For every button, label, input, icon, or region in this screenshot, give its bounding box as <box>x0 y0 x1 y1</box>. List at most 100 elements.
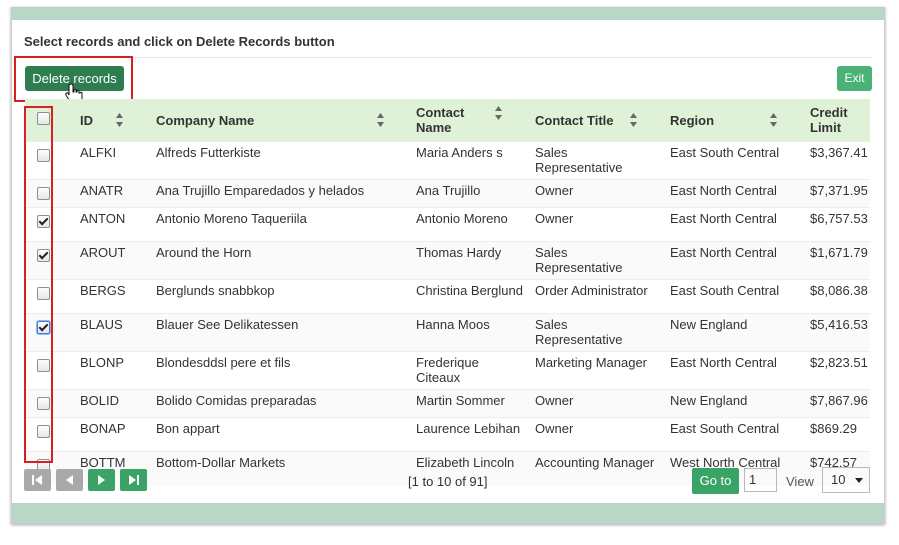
table-row[interactable]: ANTON Antonio Moreno Taqueriila Antonio Mo… <box>25 207 870 242</box>
cell-company: Blondesddsl pere et fils <box>156 355 291 370</box>
column-label-region: Region <box>670 112 715 128</box>
checkbox-column-highlight <box>24 106 53 463</box>
cell-id: BERGS <box>80 283 126 298</box>
grid-panel: Select records and click on Delete Recor… <box>11 7 885 524</box>
table-row[interactable]: BERGS Berglunds snabbkop Christina Berglun… <box>25 279 870 314</box>
cell-company: Berglunds snabbkop <box>156 283 275 298</box>
cell-contact-title: Accounting Manager <box>535 451 670 486</box>
table-row[interactable]: BONAP Bon appart Laurence Lebihan Owner East… <box>25 417 870 452</box>
column-label-company: Company Name <box>156 112 255 128</box>
view-label: View <box>786 474 814 489</box>
sort-icon[interactable] <box>494 105 503 121</box>
page-size-select[interactable]: 10 <box>822 467 870 493</box>
page-size-value: 10 <box>831 472 846 487</box>
table-row[interactable]: AROUT Around the Horn Thomas Hardy Sales Re… <box>25 241 870 280</box>
cell-company: Ana Trujillo Emparedados y helados <box>156 179 416 208</box>
cell-contact-title: Owner <box>535 389 670 418</box>
cell-region: East North Central <box>670 355 777 370</box>
panel-bottom-bar <box>12 503 884 523</box>
cell-id: BLAUS <box>80 313 156 352</box>
cell-contact-title: Sales Representative <box>535 313 670 352</box>
table-row[interactable]: BLONP Blondesddsl pere et fils Frederique … <box>25 351 870 390</box>
cell-company: Bon appart <box>156 421 220 436</box>
cell-id: ALFKI <box>80 145 117 160</box>
cell-contact-name: Maria Anders s <box>416 145 503 160</box>
column-header-credit-limit[interactable]: Credit Limit <box>810 99 870 142</box>
column-header-id[interactable]: ID <box>80 99 156 142</box>
instruction-text: Select records and click on Delete Recor… <box>24 34 335 49</box>
cell-region: New England <box>670 313 810 352</box>
cell-credit-limit: $6,757.53 <box>810 211 868 226</box>
cell-credit-limit: $3,367.41 <box>810 145 868 160</box>
cell-id: ANATR <box>80 179 156 208</box>
exit-button[interactable]: Exit <box>837 66 872 91</box>
column-header-company[interactable]: Company Name <box>156 99 416 142</box>
first-page-icon[interactable] <box>24 469 51 491</box>
cell-contact-title: Owner <box>535 179 670 208</box>
column-header-region[interactable]: Region <box>670 99 810 142</box>
cell-company: Antonio Moreno Taqueriila <box>156 211 307 226</box>
cell-region: East North Central <box>670 179 810 208</box>
table-row[interactable]: BLAUS Blauer See Delikatessen Hanna Moos Sa… <box>25 313 870 352</box>
cell-contact-name: Martin Sommer <box>416 389 535 418</box>
cell-id: ANTON <box>80 211 126 226</box>
cell-region: East South Central <box>670 283 780 298</box>
cell-contact-name: Laurence Lebihan <box>416 421 521 436</box>
column-header-contact-name[interactable]: Contact Name <box>416 99 535 142</box>
cell-credit-limit: $1,671.79 <box>810 241 870 280</box>
cell-id: BOLID <box>80 389 156 418</box>
cell-credit-limit: $7,867.96 <box>810 389 870 418</box>
go-to-button[interactable]: Go to <box>692 468 739 494</box>
cell-credit-limit: $8,086.38 <box>810 283 868 298</box>
cell-contact-title: Owner <box>535 211 574 226</box>
column-label-contact-title: Contact Title <box>535 112 614 128</box>
cell-credit-limit: $5,416.53 <box>810 313 870 352</box>
cell-contact-title: Owner <box>535 421 574 436</box>
records-table: ID Company Name Contact Name Contact Tit… <box>25 99 870 486</box>
next-page-icon[interactable] <box>88 469 115 491</box>
cell-contact-name: Antonio Moreno <box>416 211 508 226</box>
page-number-input[interactable]: 1 <box>744 468 777 492</box>
cell-contact-title: Sales Representative <box>535 241 670 280</box>
divider <box>24 57 872 58</box>
cell-company: Bottom-Dollar Markets <box>156 451 416 486</box>
cell-company: Alfreds Futterkiste <box>156 145 261 160</box>
cell-contact-name: Ana Trujillo <box>416 179 535 208</box>
table-row[interactable]: BOLID Bolido Comidas preparadas Martin Som… <box>25 389 870 418</box>
table-row[interactable]: ALFKI Alfreds Futterkiste Maria Anders s Sa… <box>25 141 870 180</box>
cell-region: New England <box>670 389 810 418</box>
cell-id: BLONP <box>80 355 125 370</box>
table-header-row: ID Company Name Contact Name Contact Tit… <box>25 99 870 142</box>
prev-page-icon[interactable] <box>56 469 83 491</box>
cell-credit-limit: $2,823.51 <box>810 355 868 370</box>
cell-region: East North Central <box>670 241 810 280</box>
sort-icon[interactable] <box>769 112 778 128</box>
column-label-contact-name: Contact Name <box>416 105 465 135</box>
cell-region: East North Central <box>670 211 777 226</box>
column-label-id: ID <box>80 112 93 128</box>
sort-icon[interactable] <box>629 112 638 128</box>
cell-contact-name: Hanna Moos <box>416 313 535 352</box>
column-label-credit-limit: Credit Limit <box>810 105 848 135</box>
cell-id: AROUT <box>80 241 156 280</box>
chevron-down-icon <box>855 478 863 483</box>
last-page-icon[interactable] <box>120 469 147 491</box>
column-header-contact-title[interactable]: Contact Title <box>535 99 670 142</box>
table-row[interactable]: ANATR Ana Trujillo Emparedados y helados A… <box>25 179 870 208</box>
cell-contact-name: Thomas Hardy <box>416 241 535 280</box>
cell-contact-title: Sales Representative <box>535 145 623 175</box>
cell-contact-name: Christina Berglund <box>416 283 523 298</box>
cell-contact-title: Marketing Manager <box>535 355 647 370</box>
pager-info: [1 to 10 of 91] <box>408 474 488 489</box>
sort-icon[interactable] <box>115 112 124 128</box>
sort-icon[interactable] <box>376 112 385 128</box>
cell-id: BONAP <box>80 421 126 436</box>
cell-contact-name: Frederique Citeaux <box>416 355 479 385</box>
cell-company: Around the Horn <box>156 241 416 280</box>
cell-credit-limit: $869.29 <box>810 421 857 436</box>
cell-company: Bolido Comidas preparadas <box>156 389 416 418</box>
cell-credit-limit: $7,371.95 <box>810 179 870 208</box>
cell-company: Blauer See Delikatessen <box>156 313 416 352</box>
cell-region: East South Central <box>670 421 780 436</box>
panel-top-bar <box>12 8 884 20</box>
